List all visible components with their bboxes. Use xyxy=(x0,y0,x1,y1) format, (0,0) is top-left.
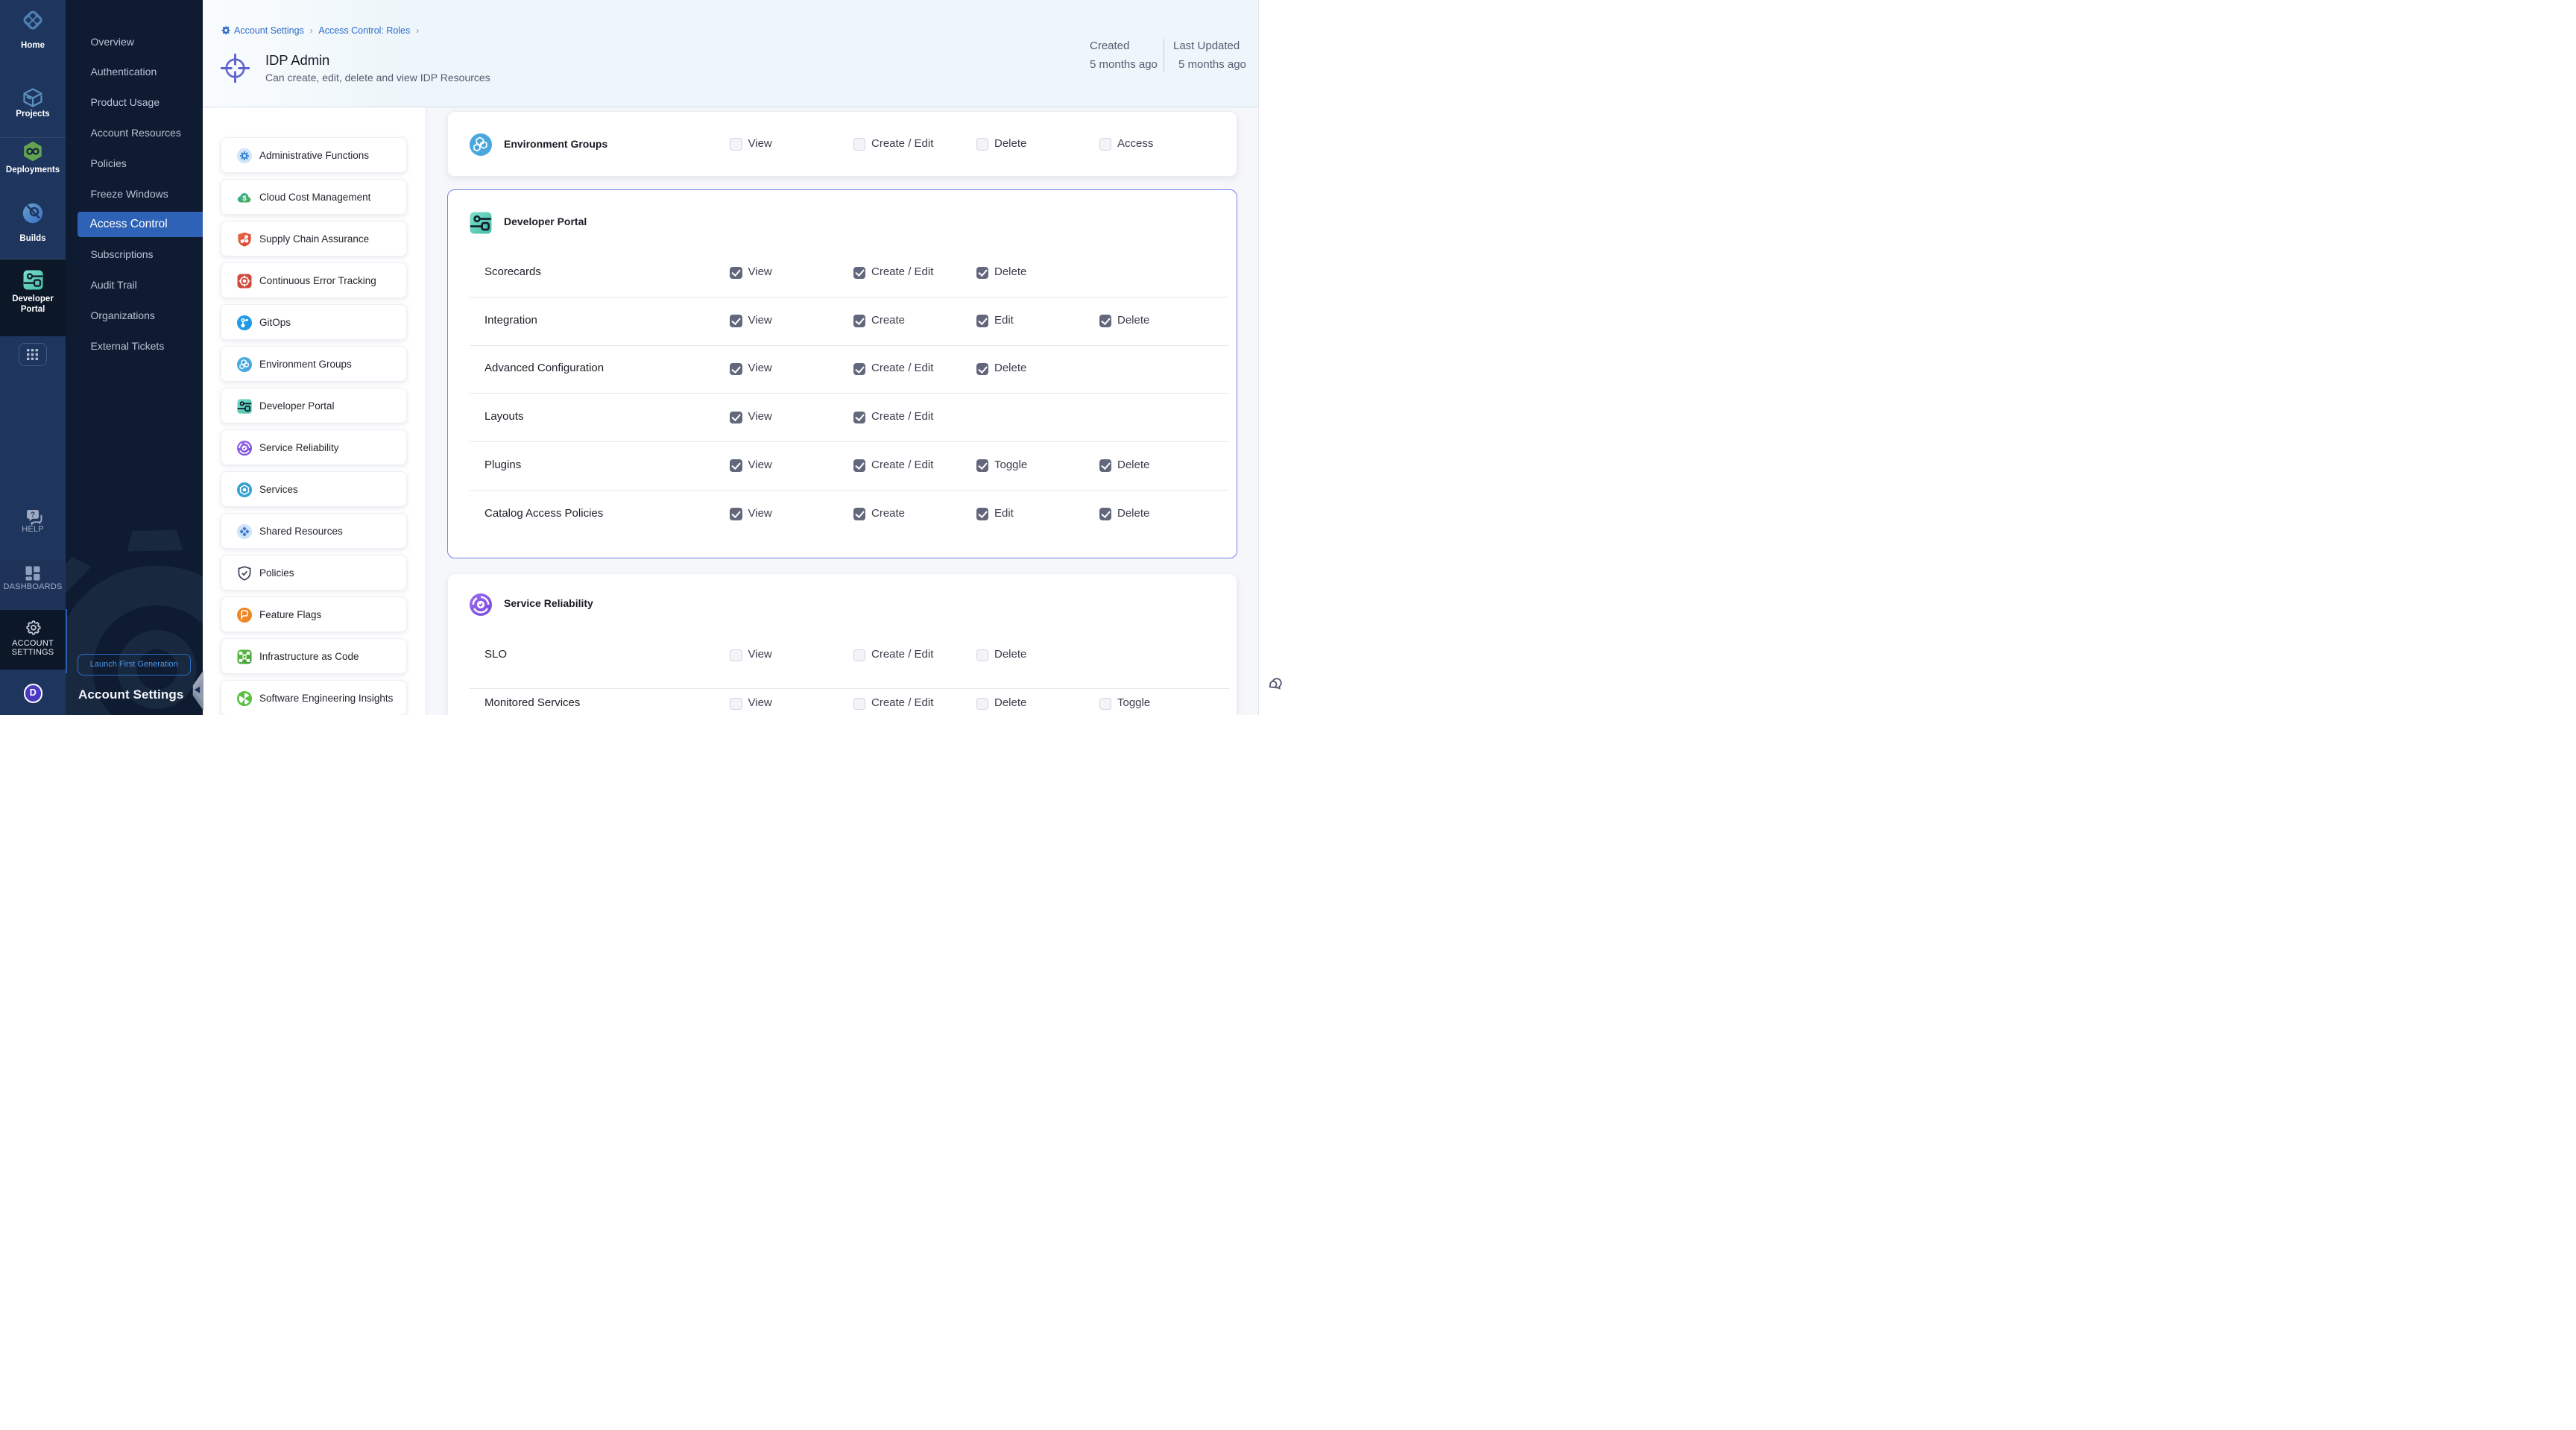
svg-text:?: ? xyxy=(31,511,35,519)
svg-text:$: $ xyxy=(242,195,247,203)
